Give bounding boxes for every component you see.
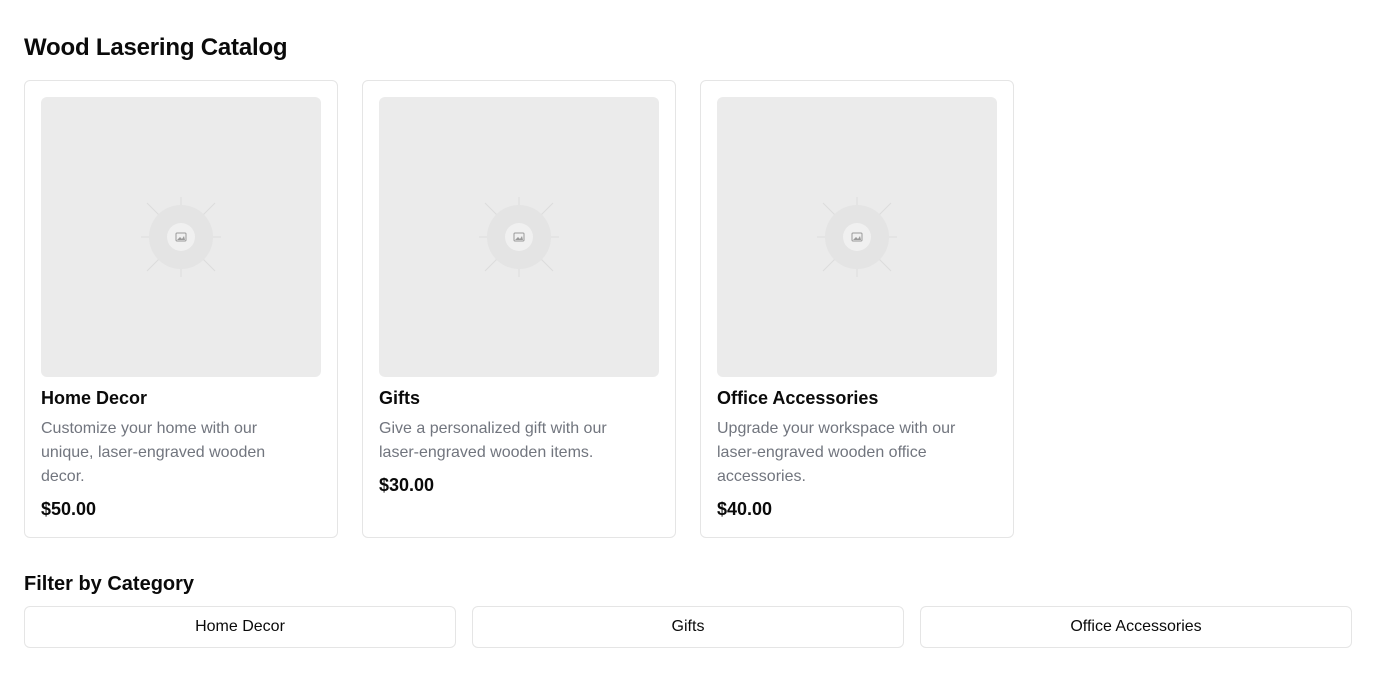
catalog-page: Wood Lasering Catalog Home Decor Customi… [0,0,1376,680]
product-grid: Home Decor Customize your home with our … [24,80,1014,538]
product-title: Gifts [379,388,421,408]
filter-home-decor-button[interactable]: Home Decor [24,606,456,648]
category-filter-bar: Home Decor Gifts Office Accessories [24,606,1352,648]
image-placeholder-icon [141,197,221,277]
product-price: $40.00 [717,499,773,519]
product-image-placeholder [41,97,321,377]
product-price: $30.00 [379,475,435,495]
image-placeholder-icon [479,197,559,277]
product-title: Home Decor [41,388,148,408]
image-placeholder-icon [817,197,897,277]
product-description: Customize your home with our unique, las… [41,420,266,485]
product-description: Give a personalized gift with our laser-… [379,420,607,461]
product-price: $50.00 [41,499,97,519]
product-card-office-accessories[interactable]: Office Accessories Upgrade your workspac… [700,80,1014,538]
filter-section-title: Filter by Category [24,573,195,595]
product-description: Upgrade your workspace with our laser-en… [717,420,956,485]
product-card-home-decor[interactable]: Home Decor Customize your home with our … [24,80,338,538]
filter-gifts-button[interactable]: Gifts [472,606,904,648]
product-image-placeholder [717,97,997,377]
page-title: Wood Lasering Catalog [24,34,288,61]
product-card-gifts[interactable]: Gifts Give a personalized gift with our … [362,80,676,538]
filter-office-accessories-button[interactable]: Office Accessories [920,606,1352,648]
product-title: Office Accessories [717,388,879,408]
product-image-placeholder [379,97,659,377]
